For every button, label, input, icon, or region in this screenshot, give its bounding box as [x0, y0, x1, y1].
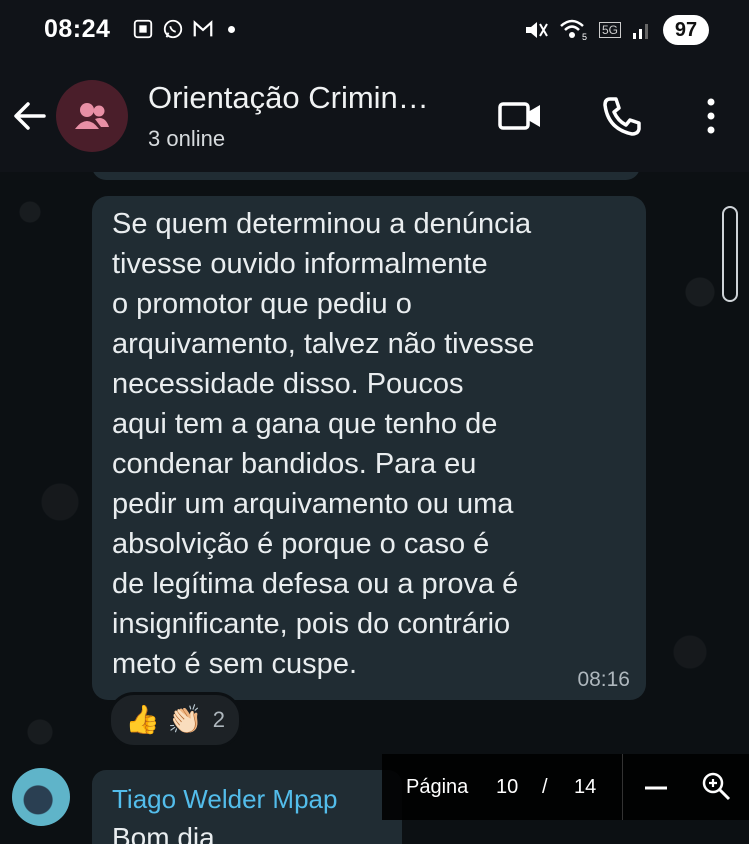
mute-icon: [525, 22, 548, 38]
video-call-icon[interactable]: [496, 96, 544, 136]
signal-icon: [633, 24, 648, 39]
message-bubble[interactable]: Tiago Welder Mpap Bom dia: [92, 770, 402, 844]
sender-name[interactable]: Tiago Welder Mpap: [112, 784, 337, 815]
gmail-icon: [193, 20, 213, 37]
page-label: Página: [406, 776, 469, 798]
sender-avatar[interactable]: [12, 768, 70, 826]
chat-area[interactable]: Se quem determinou a denúncia tivesse ou…: [0, 172, 749, 844]
zoom-in-icon[interactable]: [700, 770, 732, 802]
status-time: 08:24: [44, 15, 111, 43]
screenshot-icon: [133, 19, 153, 39]
status-system-icons: 5 5G 97: [523, 15, 709, 45]
more-options-icon[interactable]: [698, 96, 724, 136]
message-text: Bom dia: [112, 822, 215, 844]
battery-level: 97: [663, 15, 709, 45]
clapping-reaction: 👏🏻: [167, 704, 203, 735]
group-icon: [75, 103, 109, 129]
network-type-label: 5G: [598, 22, 621, 38]
voice-call-icon[interactable]: [600, 94, 644, 138]
page-separator: /: [542, 776, 548, 798]
scrollbar-thumb[interactable]: [722, 206, 738, 302]
status-notification-icons: [132, 18, 235, 40]
previous-message-bubble[interactable]: [92, 172, 640, 180]
thumbs-up-reaction: 👍: [125, 704, 160, 735]
svg-text:5: 5: [582, 32, 587, 42]
message-text: Se quem determinou a denúncia tivesse ou…: [112, 208, 535, 680]
back-arrow-icon[interactable]: [10, 96, 50, 136]
more-notifications-dot: [228, 25, 235, 33]
message-bubble[interactable]: Se quem determinou a denúncia tivesse ou…: [92, 196, 646, 700]
page-total-number: 14: [574, 776, 597, 798]
reaction-count: 2: [212, 707, 225, 732]
chat-subtitle: 3 online: [148, 126, 226, 151]
overlay-divider: [622, 754, 623, 820]
whatsapp-icon: [163, 19, 183, 39]
page-current-number[interactable]: 10: [496, 776, 518, 799]
page-navigation-overlay: Página 10 / 14: [382, 754, 749, 820]
zoom-out-icon[interactable]: [642, 774, 670, 802]
message-reactions[interactable]: 👍 👏🏻 2: [108, 692, 242, 748]
message-timestamp: 08:16: [577, 668, 630, 691]
chat-title[interactable]: Orientação Crimin…: [148, 80, 429, 116]
chat-header: Orientação Crimin… 3 online: [0, 62, 749, 172]
group-avatar[interactable]: [56, 80, 128, 152]
wifi-icon: 5: [560, 19, 587, 42]
status-bar: 08:24 5 5G 97: [0, 0, 749, 62]
